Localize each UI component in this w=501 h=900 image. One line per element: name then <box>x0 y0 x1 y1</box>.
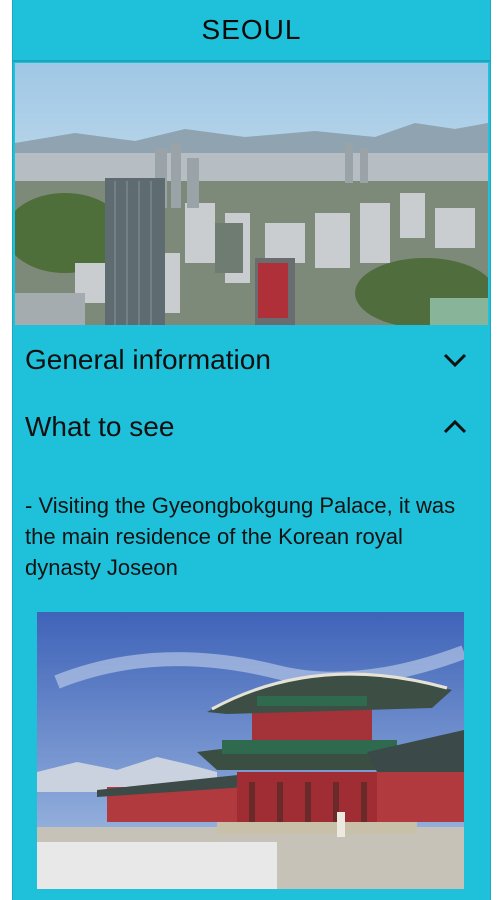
palace-image <box>37 612 464 889</box>
section-what-to-see[interactable]: What to see <box>13 399 490 455</box>
section-general-information[interactable]: General information <box>13 332 490 388</box>
city-hero-image <box>15 63 488 325</box>
chevron-up-icon[interactable] <box>442 414 468 440</box>
chevron-down-icon[interactable] <box>442 347 468 373</box>
section-description: - Visiting the Gyeongbokgung Palace, it … <box>25 493 456 580</box>
page-title: SEOUL <box>13 0 490 62</box>
section-label: General information <box>25 344 271 375</box>
section-label: What to see <box>25 411 175 442</box>
app-screen: SEOUL General information What to see - … <box>12 0 491 900</box>
